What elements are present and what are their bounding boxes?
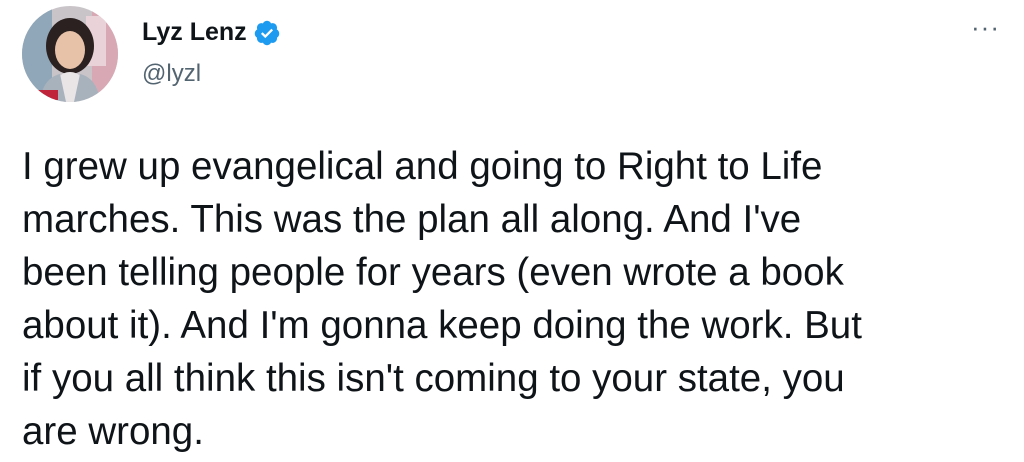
tweet-text-line: marches. This was the plan all along. An… [22, 198, 802, 241]
author-handle[interactable]: @lyzl [142, 60, 201, 88]
verified-badge-icon [253, 19, 281, 47]
avatar-photo [22, 6, 118, 102]
tweet-text: I grew up evangelical and going to Right… [22, 140, 1012, 458]
more-options-icon[interactable]: ··· [971, 14, 1000, 40]
author-name-row: Lyz Lenz [142, 18, 281, 47]
tweet-text-line: about it). And I'm gonna keep doing the … [22, 304, 862, 347]
tweet-text-line: been telling people for years (even wrot… [22, 251, 844, 294]
tweet-text-line: are wrong. [22, 410, 204, 453]
tweet-card: Lyz Lenz @lyzl ··· I grew up evangelical… [0, 0, 1024, 462]
tweet-text-line: I grew up evangelical and going to Right… [22, 145, 823, 188]
tweet-text-line: if you all think this isn't coming to yo… [22, 357, 845, 400]
author-display-name[interactable]: Lyz Lenz [142, 18, 247, 47]
author-avatar[interactable] [22, 6, 118, 102]
